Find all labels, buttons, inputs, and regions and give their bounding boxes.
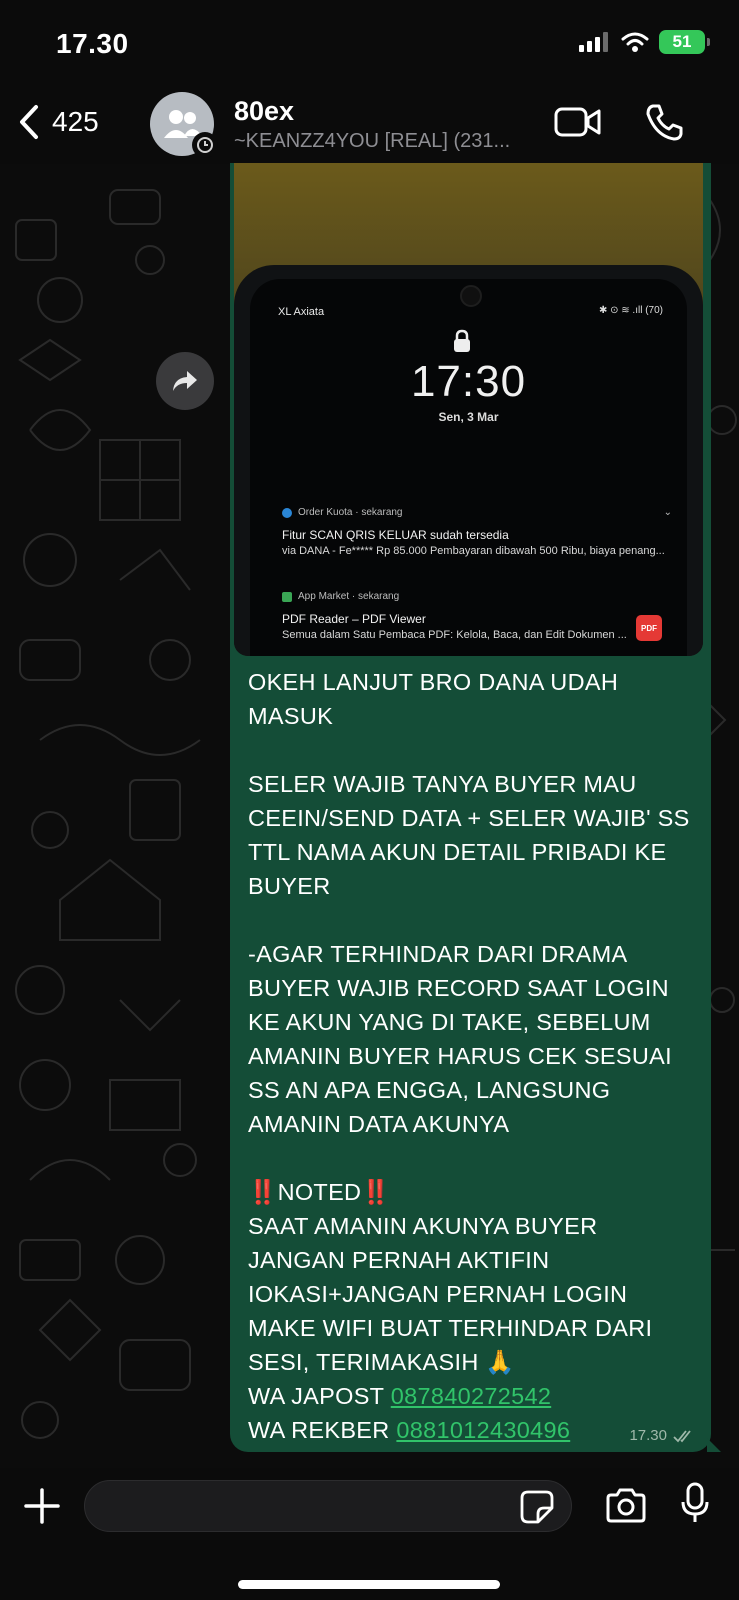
message-bubble[interactable]: XL Axiata ✱ ⊙ ≋ .ıll (70) 17:30 Sen, 3 M… xyxy=(230,163,721,1452)
notification-app: Order Kuota · sekarang xyxy=(298,507,403,518)
double-exclamation-emoji: ‼️ xyxy=(361,1179,391,1205)
wa-japost-phone-link[interactable]: 087840272542 xyxy=(391,1383,551,1409)
wa-rekber-label: WA REKBER xyxy=(248,1417,390,1443)
message-time: 17.30 xyxy=(629,1427,667,1444)
camera-notch xyxy=(460,285,482,307)
microphone-button[interactable] xyxy=(680,1482,710,1529)
notification-app: App Market · sekarang xyxy=(298,591,400,602)
wa-japost-label: WA JAPOST xyxy=(248,1383,384,1409)
status-bar: 17.30 51 xyxy=(0,0,739,90)
back-chevron-icon xyxy=(20,105,38,139)
camera-icon xyxy=(606,1488,646,1523)
message-paragraph: SAAT AMANIN AKUNYA BUYER JANGAN PERNAH A… xyxy=(248,1213,653,1375)
sticker-icon xyxy=(520,1490,554,1524)
wa-japost-line: WA JAPOST 087840272542 xyxy=(248,1379,698,1413)
battery-level: 51 xyxy=(672,32,692,51)
photographed-phone: XL Axiata ✱ ⊙ ≋ .ıll (70) 17:30 Sen, 3 M… xyxy=(234,265,703,656)
message-paragraph: -AGAR TERHINDAR DARI DRAMA BUYER WAJIB R… xyxy=(248,941,672,1137)
message-paragraph: OKEH LANJUT BRO DANA UDAH MASUK xyxy=(248,669,619,729)
back-button[interactable]: 425 xyxy=(18,104,99,140)
message-input[interactable] xyxy=(84,1480,572,1532)
wa-rekber-phone-link[interactable]: 0881012430496 xyxy=(396,1417,570,1443)
signal-icon xyxy=(579,32,608,52)
pdf-app-icon: PDF xyxy=(636,615,662,641)
status-icons: 51 xyxy=(579,30,710,54)
lock-screen-date: Sen, 3 Mar xyxy=(438,410,499,424)
status-time: 17.30 xyxy=(56,28,129,59)
double-exclamation-emoji: ‼️ xyxy=(248,1179,278,1205)
phone-status-icons: ✱ ⊙ ≋ .ıll (70) xyxy=(598,305,663,316)
forward-icon xyxy=(173,371,197,391)
order-kuota-app-icon xyxy=(282,507,292,518)
phone-call-icon xyxy=(646,104,683,141)
notification-order-kuota: Order Kuota · sekarang ⌄ Fitur SCAN QRIS… xyxy=(282,507,672,557)
home-indicator[interactable] xyxy=(238,1580,500,1589)
notification-title: Fitur SCAN QRIS KELUAR sudah tersedia xyxy=(282,528,509,542)
lock-screen-time: 17:30 xyxy=(410,357,527,406)
notification-body: Semua dalam Satu Pembaca PDF: Kelola, Ba… xyxy=(282,629,627,641)
notification-body: via DANA - Fe***** Rp 85.000 Pembayaran … xyxy=(282,545,665,557)
voice-call-button[interactable] xyxy=(644,102,684,147)
lock-icon xyxy=(454,329,470,352)
video-call-icon xyxy=(554,107,601,137)
noted-label: NOTED xyxy=(277,1179,362,1205)
input-bar xyxy=(0,1468,739,1600)
battery-icon: 51 xyxy=(659,30,710,54)
notification-app-market: App Market · sekarang PDF Reader – PDF V… xyxy=(282,591,672,641)
message-image[interactable]: XL Axiata ✱ ⊙ ≋ .ıll (70) 17:30 Sen, 3 M… xyxy=(234,163,703,656)
forward-button[interactable] xyxy=(156,352,214,410)
wifi-icon xyxy=(621,32,649,52)
chat-header: 425 80ex ~KEANZZ4YOU [REAL] (231... xyxy=(0,90,739,164)
double-check-icon xyxy=(673,1429,691,1442)
unread-count: 425 xyxy=(52,106,99,137)
video-call-button[interactable] xyxy=(554,104,602,145)
notification-title: PDF Reader – PDF Viewer xyxy=(282,612,426,626)
attach-button[interactable] xyxy=(22,1486,62,1531)
carrier-label: XL Axiata xyxy=(278,306,325,318)
sticker-button[interactable] xyxy=(520,1490,554,1529)
chat-subtitle[interactable]: ~KEANZZ4YOU [REAL] (231... xyxy=(234,130,510,153)
expand-chevron-icon: ⌄ xyxy=(663,507,672,518)
plus-icon xyxy=(24,1488,60,1524)
phone-lock-screen: XL Axiata ✱ ⊙ ≋ .ıll (70) 17:30 Sen, 3 M… xyxy=(250,279,687,656)
avatar[interactable] xyxy=(150,92,218,158)
chat-title[interactable]: 80ex xyxy=(234,96,294,127)
app-market-icon xyxy=(282,591,292,602)
community-badge-icon xyxy=(192,132,218,158)
message-meta: 17.30 xyxy=(629,1427,695,1444)
message-text: OKEH LANJUT BRO DANA UDAH MASUK SELER WA… xyxy=(248,665,698,1447)
message-paragraph: SELER WAJIB TANYA BUYER MAU CEEIN/SEND D… xyxy=(248,771,690,899)
microphone-icon xyxy=(681,1482,709,1522)
noted-line: ‼️NOTED‼️ xyxy=(248,1175,698,1209)
camera-button[interactable] xyxy=(604,1488,648,1529)
